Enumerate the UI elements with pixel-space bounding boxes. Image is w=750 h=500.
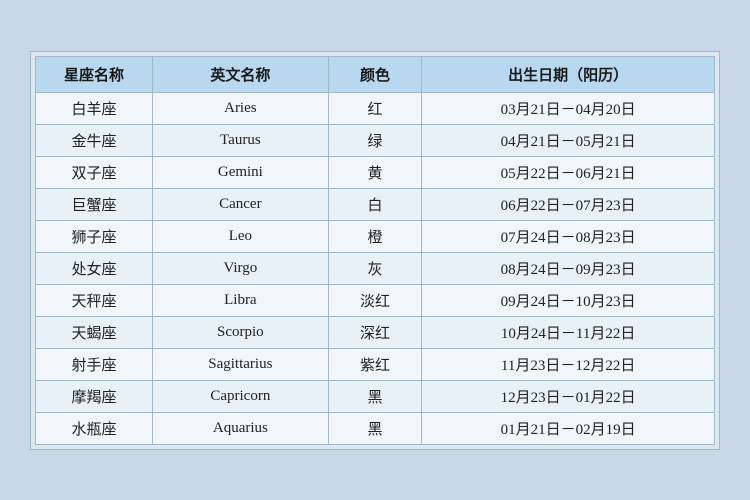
cell-english: Cancer (153, 188, 329, 220)
cell-date: 04月21日－05月21日 (422, 124, 715, 156)
cell-english: Leo (153, 220, 329, 252)
cell-color: 红 (328, 92, 422, 124)
cell-english: Sagittarius (153, 348, 329, 380)
cell-color: 黄 (328, 156, 422, 188)
table-body: 白羊座Aries红03月21日－04月20日金牛座Taurus绿04月21日－0… (36, 92, 715, 444)
cell-english: Virgo (153, 252, 329, 284)
cell-chinese: 摩羯座 (36, 380, 153, 412)
cell-chinese: 天蝎座 (36, 316, 153, 348)
cell-english: Libra (153, 284, 329, 316)
table-row: 狮子座Leo橙07月24日－08月23日 (36, 220, 715, 252)
table-row: 天秤座Libra淡红09月24日－10月23日 (36, 284, 715, 316)
cell-color: 灰 (328, 252, 422, 284)
cell-english: Aries (153, 92, 329, 124)
cell-chinese: 狮子座 (36, 220, 153, 252)
table-row: 天蝎座Scorpio深红10月24日－11月22日 (36, 316, 715, 348)
header-date: 出生日期（阳历） (422, 56, 715, 92)
cell-date: 01月21日－02月19日 (422, 412, 715, 444)
cell-color: 黑 (328, 412, 422, 444)
cell-date: 07月24日－08月23日 (422, 220, 715, 252)
cell-date: 06月22日－07月23日 (422, 188, 715, 220)
cell-english: Scorpio (153, 316, 329, 348)
cell-chinese: 水瓶座 (36, 412, 153, 444)
cell-date: 11月23日－12月22日 (422, 348, 715, 380)
cell-date: 03月21日－04月20日 (422, 92, 715, 124)
table-row: 射手座Sagittarius紫红11月23日－12月22日 (36, 348, 715, 380)
table-row: 金牛座Taurus绿04月21日－05月21日 (36, 124, 715, 156)
cell-color: 橙 (328, 220, 422, 252)
cell-color: 紫红 (328, 348, 422, 380)
cell-color: 白 (328, 188, 422, 220)
cell-chinese: 双子座 (36, 156, 153, 188)
cell-date: 10月24日－11月22日 (422, 316, 715, 348)
table-row: 摩羯座Capricorn黑12月23日－01月22日 (36, 380, 715, 412)
cell-date: 12月23日－01月22日 (422, 380, 715, 412)
header-color: 颜色 (328, 56, 422, 92)
cell-english: Taurus (153, 124, 329, 156)
cell-english: Aquarius (153, 412, 329, 444)
table-row: 巨蟹座Cancer白06月22日－07月23日 (36, 188, 715, 220)
cell-date: 05月22日－06月21日 (422, 156, 715, 188)
cell-date: 09月24日－10月23日 (422, 284, 715, 316)
cell-color: 绿 (328, 124, 422, 156)
cell-chinese: 金牛座 (36, 124, 153, 156)
cell-chinese: 射手座 (36, 348, 153, 380)
table-row: 处女座Virgo灰08月24日－09月23日 (36, 252, 715, 284)
table-header-row: 星座名称 英文名称 颜色 出生日期（阳历） (36, 56, 715, 92)
cell-color: 深红 (328, 316, 422, 348)
cell-color: 黑 (328, 380, 422, 412)
cell-english: Capricorn (153, 380, 329, 412)
table-row: 双子座Gemini黄05月22日－06月21日 (36, 156, 715, 188)
cell-chinese: 巨蟹座 (36, 188, 153, 220)
header-english: 英文名称 (153, 56, 329, 92)
cell-chinese: 白羊座 (36, 92, 153, 124)
zodiac-table: 星座名称 英文名称 颜色 出生日期（阳历） 白羊座Aries红03月21日－04… (35, 56, 715, 445)
cell-chinese: 天秤座 (36, 284, 153, 316)
cell-english: Gemini (153, 156, 329, 188)
cell-date: 08月24日－09月23日 (422, 252, 715, 284)
cell-chinese: 处女座 (36, 252, 153, 284)
header-chinese: 星座名称 (36, 56, 153, 92)
zodiac-table-container: 星座名称 英文名称 颜色 出生日期（阳历） 白羊座Aries红03月21日－04… (30, 51, 720, 450)
table-row: 水瓶座Aquarius黑01月21日－02月19日 (36, 412, 715, 444)
table-row: 白羊座Aries红03月21日－04月20日 (36, 92, 715, 124)
cell-color: 淡红 (328, 284, 422, 316)
